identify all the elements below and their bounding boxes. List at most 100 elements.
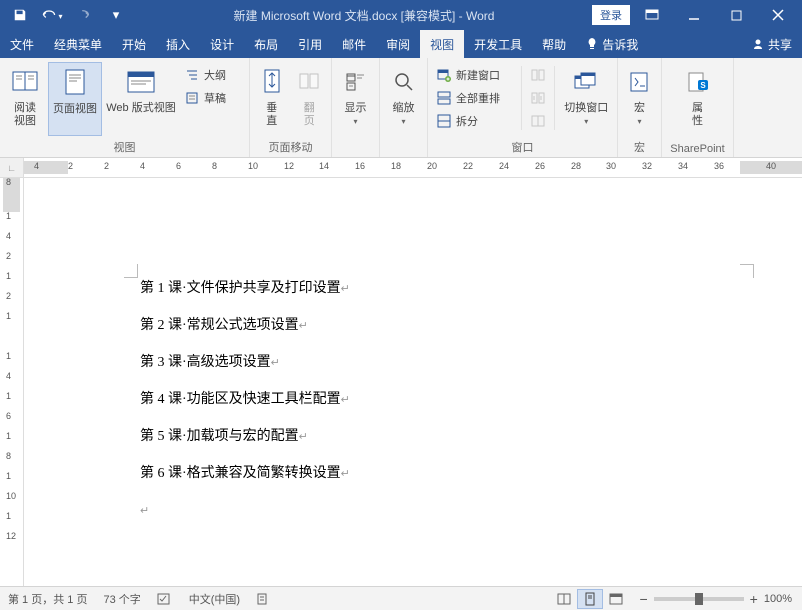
vruler-tick: 12 xyxy=(6,531,16,541)
macros-button[interactable]: 宏▾ xyxy=(622,62,657,136)
spellcheck-icon[interactable] xyxy=(149,592,181,606)
share-button[interactable]: 共享 xyxy=(742,30,802,58)
show-button[interactable]: 显示▾ xyxy=(336,62,375,136)
page-count[interactable]: 第 1 页，共 1 页 xyxy=(0,591,95,607)
svg-text:S: S xyxy=(700,81,706,90)
redo-icon[interactable] xyxy=(70,2,98,28)
view-read-icon[interactable] xyxy=(551,589,577,609)
view-print-icon[interactable] xyxy=(577,589,603,609)
zoom-button[interactable]: 缩放▾ xyxy=(384,62,423,136)
ruler-tick: 6 xyxy=(176,161,181,171)
draft-button[interactable]: 草稿 xyxy=(180,87,230,109)
vruler-tick: 1 xyxy=(6,311,11,321)
vruler-tick: 1 xyxy=(6,351,11,361)
ruler-tick: 12 xyxy=(284,161,294,171)
new-window-icon xyxy=(436,67,452,83)
maximize-icon[interactable] xyxy=(716,2,756,28)
outline-button[interactable]: 大纲 xyxy=(180,64,230,86)
tab-mailings[interactable]: 邮件 xyxy=(332,30,376,58)
vruler-tick: 1 xyxy=(6,471,11,481)
tab-insert[interactable]: 插入 xyxy=(156,30,200,58)
ruler-tick: 30 xyxy=(606,161,616,171)
word-count[interactable]: 73 个字 xyxy=(95,591,148,607)
print-layout-button[interactable]: 页面视图 xyxy=(48,62,102,136)
web-layout-button[interactable]: Web 版式视图 xyxy=(104,62,178,136)
view-web-icon[interactable] xyxy=(603,589,629,609)
horizontal-ruler[interactable]: 3422468101214161820222426283032343640424… xyxy=(24,158,802,177)
switch-window-icon xyxy=(570,66,602,98)
ruler-tick: 36 xyxy=(714,161,724,171)
tell-me[interactable]: 告诉我 xyxy=(576,30,648,58)
side-to-side-button[interactable]: 翻页 xyxy=(292,62,328,136)
zoom-level[interactable]: 100% xyxy=(764,593,792,605)
tab-developer[interactable]: 开发工具 xyxy=(464,30,532,58)
ribbon-display-icon[interactable] xyxy=(632,2,672,28)
paragraph[interactable]: 第 3 课·高级选项设置↵ xyxy=(140,352,738,373)
ruler-tick: 28 xyxy=(571,161,581,171)
person-icon xyxy=(752,38,764,50)
vertical-button[interactable]: 垂直 xyxy=(254,62,290,136)
ruler-tick: 34 xyxy=(678,161,688,171)
paragraph[interactable]: 第 5 课·加载项与宏的配置↵ xyxy=(140,426,738,447)
paragraph[interactable]: 第 1 课·文件保护共享及打印设置↵ xyxy=(140,278,738,299)
paragraph[interactable]: ↵ xyxy=(140,500,738,521)
ruler-corner[interactable]: ∟ xyxy=(0,158,24,177)
language[interactable]: 中文(中国) xyxy=(181,591,248,607)
sync-scroll-button[interactable] xyxy=(526,87,550,109)
paragraph[interactable]: 第 4 课·功能区及快速工具栏配置↵ xyxy=(140,389,738,410)
vertical-ruler[interactable]: 8142121141618110112 xyxy=(0,178,24,586)
reset-position-button[interactable] xyxy=(526,110,550,132)
ruler-tick: 26 xyxy=(535,161,545,171)
show-icon xyxy=(340,66,372,98)
vruler-tick: 2 xyxy=(6,251,11,261)
vruler-tick: 1 xyxy=(6,211,11,221)
macros-icon xyxy=(624,66,656,98)
zoom-slider[interactable] xyxy=(654,597,744,601)
tab-layout[interactable]: 布局 xyxy=(244,30,288,58)
paragraph[interactable]: 第 6 课·格式兼容及简繁转换设置↵ xyxy=(140,463,738,484)
ruler-tick: 22 xyxy=(463,161,473,171)
views-group-label: 视图 xyxy=(4,137,245,157)
document-page[interactable]: 第 1 课·文件保护共享及打印设置↵ 第 2 课·常规公式选项设置↵ 第 3 课·高… xyxy=(40,178,798,586)
ruler-tick: 24 xyxy=(499,161,509,171)
tab-file[interactable]: 文件 xyxy=(0,30,44,58)
track-changes-icon[interactable] xyxy=(248,592,278,606)
paragraph[interactable]: 第 2 课·常规公式选项设置↵ xyxy=(140,315,738,336)
new-window-button[interactable]: 新建窗口 xyxy=(432,64,517,86)
ruler-tick: 20 xyxy=(427,161,437,171)
vruler-tick: 6 xyxy=(6,411,11,421)
properties-button[interactable]: S 属性 xyxy=(678,62,718,136)
read-view-icon xyxy=(9,66,41,98)
tab-design[interactable]: 设计 xyxy=(200,30,244,58)
tab-classic[interactable]: 经典菜单 xyxy=(44,30,112,58)
minimize-icon[interactable] xyxy=(674,2,714,28)
tab-view[interactable]: 视图 xyxy=(420,30,464,58)
ruler-tick: 4 xyxy=(34,161,39,171)
ruler-tick: 8 xyxy=(212,161,217,171)
undo-icon[interactable]: ▾ xyxy=(38,2,66,28)
tab-home[interactable]: 开始 xyxy=(112,30,156,58)
close-icon[interactable] xyxy=(758,2,798,28)
draft-icon xyxy=(184,90,200,106)
save-icon[interactable] xyxy=(6,2,34,28)
zoom-in-icon[interactable]: + xyxy=(750,591,758,607)
macros-group-label: 宏 xyxy=(622,137,657,157)
login-button[interactable]: 登录 xyxy=(592,5,630,25)
qat-customize-icon[interactable]: ▾ xyxy=(102,2,130,28)
compare-side-button[interactable] xyxy=(526,64,550,86)
zoom-out-icon[interactable]: − xyxy=(639,591,647,607)
tab-references[interactable]: 引用 xyxy=(288,30,332,58)
arrange-all-button[interactable]: 全部重排 xyxy=(432,87,517,109)
tab-review[interactable]: 审阅 xyxy=(376,30,420,58)
switch-window-button[interactable]: 切换窗口▾ xyxy=(559,62,613,136)
sharepoint-icon: S xyxy=(682,66,714,98)
read-mode-button[interactable]: 阅读视图 xyxy=(4,62,46,136)
ruler-tick: 40 xyxy=(766,161,776,171)
sync-icon xyxy=(530,90,546,106)
tab-help[interactable]: 帮助 xyxy=(532,30,576,58)
vruler-tick: 4 xyxy=(6,371,11,381)
split-button[interactable]: 拆分 xyxy=(432,110,517,132)
vruler-tick: 1 xyxy=(6,431,11,441)
vertical-icon xyxy=(256,66,288,98)
vruler-tick: 2 xyxy=(6,291,11,301)
